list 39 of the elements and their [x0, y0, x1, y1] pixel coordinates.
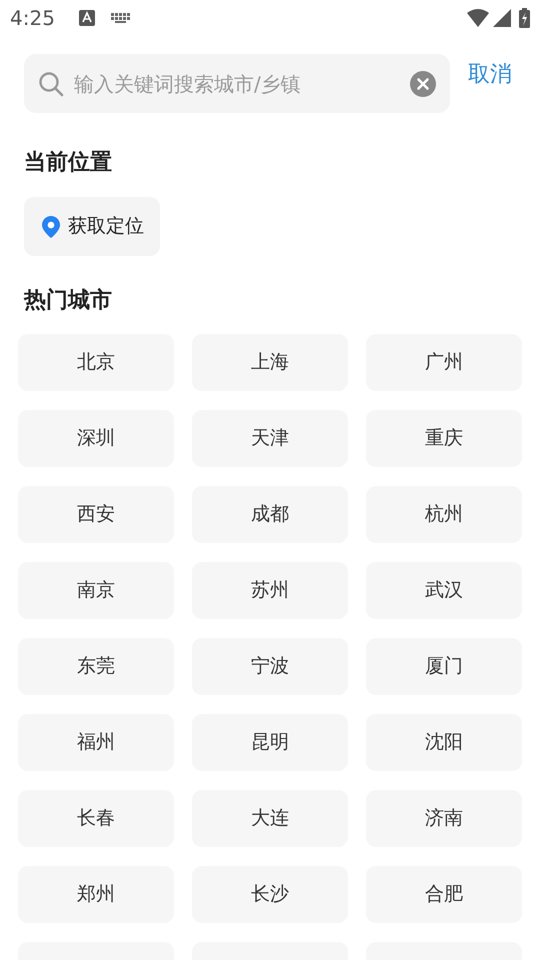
search-input[interactable]: 输入关键词搜索城市/乡镇: [72, 68, 410, 100]
search-icon: [38, 70, 64, 96]
city-button[interactable]: 沈阳: [366, 714, 522, 771]
city-button[interactable]: 成都: [192, 486, 348, 543]
city-button[interactable]: 天津: [192, 410, 348, 467]
battery-icon: [519, 8, 530, 28]
signal-icon: [493, 9, 511, 27]
section-title: 热门城市: [24, 286, 113, 315]
text-input-icon: [78, 10, 95, 26]
city-button[interactable]: 济南: [366, 790, 522, 847]
keyboard-icon: [110, 13, 131, 23]
city-button[interactable]: 合肥: [366, 866, 522, 923]
city-button[interactable]: 上海: [192, 334, 348, 391]
city-button[interactable]: 长春: [18, 790, 174, 847]
city-button[interactable]: 北京: [18, 334, 174, 391]
city-button[interactable]: 南京: [18, 562, 174, 619]
city-button[interactable]: 昆明: [192, 714, 348, 771]
city-button[interactable]: 苏州: [192, 562, 348, 619]
city-button[interactable]: 大连: [192, 790, 348, 847]
city-button[interactable]: 重庆: [366, 410, 522, 467]
cancel-button[interactable]: 取消: [468, 58, 512, 91]
search-bar[interactable]: 输入关键词搜索城市/乡镇: [24, 54, 450, 113]
clear-icon[interactable]: [410, 70, 436, 96]
wifi-icon: [467, 9, 489, 27]
city-button[interactable]: 长沙: [192, 866, 348, 923]
status-time: 4:25: [10, 5, 55, 32]
locate-button[interactable]: 获取定位: [24, 197, 160, 256]
section-title: 当前位置: [24, 149, 113, 177]
city-button[interactable]: 厦门: [366, 638, 522, 695]
city-button[interactable]: 东莞: [18, 638, 174, 695]
city-button[interactable]: 西安: [18, 486, 174, 543]
city-button[interactable]: 郑州: [18, 866, 174, 923]
city-button[interactable]: 武汉: [366, 562, 522, 619]
city-button[interactable]: 福州: [18, 714, 174, 771]
location-pin-icon: [42, 216, 60, 238]
city-button[interactable]: 杭州: [366, 486, 522, 543]
city-button[interactable]: 宁波: [192, 638, 348, 695]
city-button[interactable]: 广州: [366, 334, 522, 391]
city-button[interactable]: 深圳: [18, 410, 174, 467]
